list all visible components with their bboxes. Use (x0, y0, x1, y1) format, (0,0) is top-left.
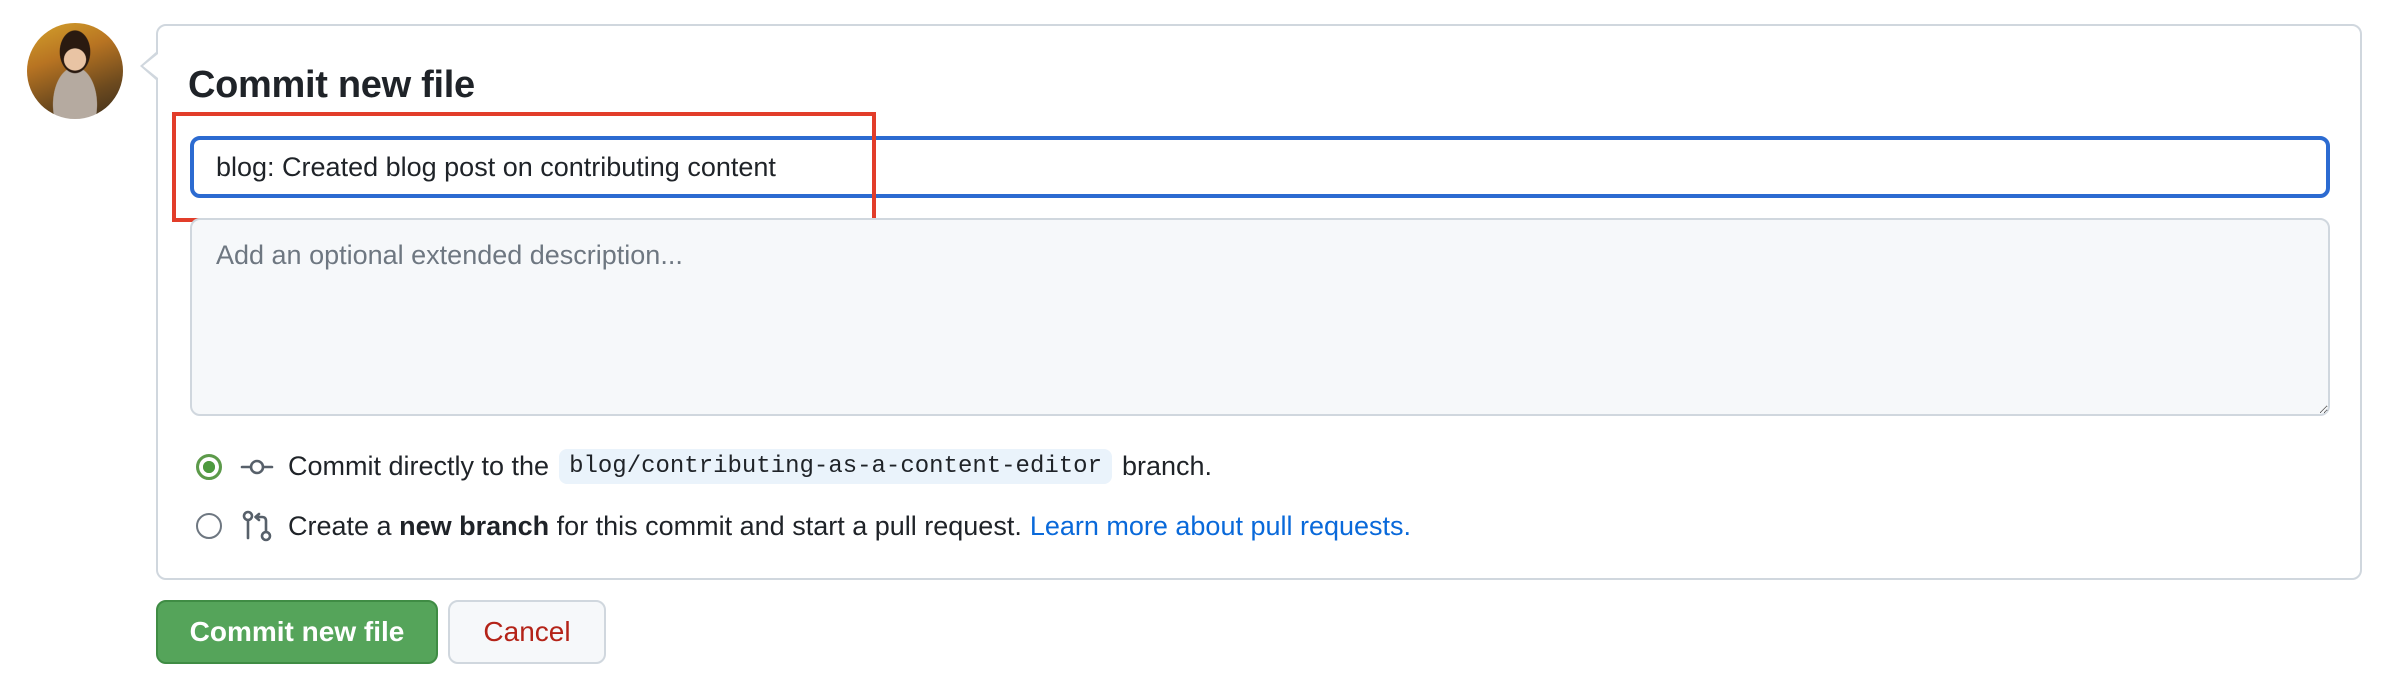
extended-description-textarea[interactable] (190, 218, 2330, 416)
cancel-button[interactable]: Cancel (448, 600, 606, 664)
commit-title: Commit new file (188, 64, 475, 106)
new-branch-option[interactable]: Create a new branch for this commit and … (196, 509, 1411, 543)
git-pull-request-icon (240, 509, 274, 543)
user-avatar[interactable] (27, 23, 123, 119)
new-branch-radio[interactable] (196, 513, 222, 539)
speech-caret-fill (143, 54, 158, 78)
new-branch-prefix: Create a (288, 510, 392, 541)
pull-requests-help-link[interactable]: Learn more about pull requests. (1030, 511, 1411, 542)
commit-direct-suffix: branch. (1121, 451, 1213, 481)
commit-direct-radio[interactable] (196, 453, 222, 480)
commit-direct-prefix: Commit directly to the (288, 451, 550, 481)
new-branch-suffix: for this commit and start a pull request… (556, 510, 1022, 541)
commit-direct-option[interactable]: Commit directly to the blog/contributing… (196, 449, 1212, 484)
git-commit-icon (240, 450, 274, 484)
branch-name: blog/contributing-as-a-content-editor (559, 449, 1112, 484)
new-branch-bold: new branch (399, 510, 550, 541)
commit-summary-input[interactable] (190, 136, 2330, 198)
commit-new-file-button[interactable]: Commit new file (156, 600, 438, 664)
